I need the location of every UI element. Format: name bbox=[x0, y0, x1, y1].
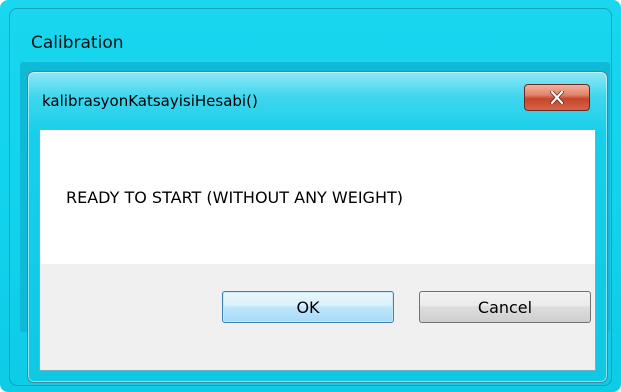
cancel-button[interactable]: Cancel bbox=[419, 291, 591, 323]
parent-window: Calibration kalibrasyonKatsayisiHesabi()… bbox=[0, 0, 621, 392]
message-dialog: kalibrasyonKatsayisiHesabi() READY TO ST… bbox=[27, 71, 608, 383]
close-button[interactable] bbox=[524, 84, 590, 111]
ok-button[interactable]: OK bbox=[222, 291, 394, 323]
parent-window-title: Calibration bbox=[31, 33, 124, 53]
message-text: READY TO START (WITHOUT ANY WEIGHT) bbox=[66, 188, 403, 207]
close-icon bbox=[550, 91, 564, 104]
dialog-title: kalibrasyonKatsayisiHesabi() bbox=[42, 92, 258, 110]
dialog-body: READY TO START (WITHOUT ANY WEIGHT) OK C… bbox=[39, 129, 596, 371]
message-panel: READY TO START (WITHOUT ANY WEIGHT) bbox=[40, 130, 595, 264]
